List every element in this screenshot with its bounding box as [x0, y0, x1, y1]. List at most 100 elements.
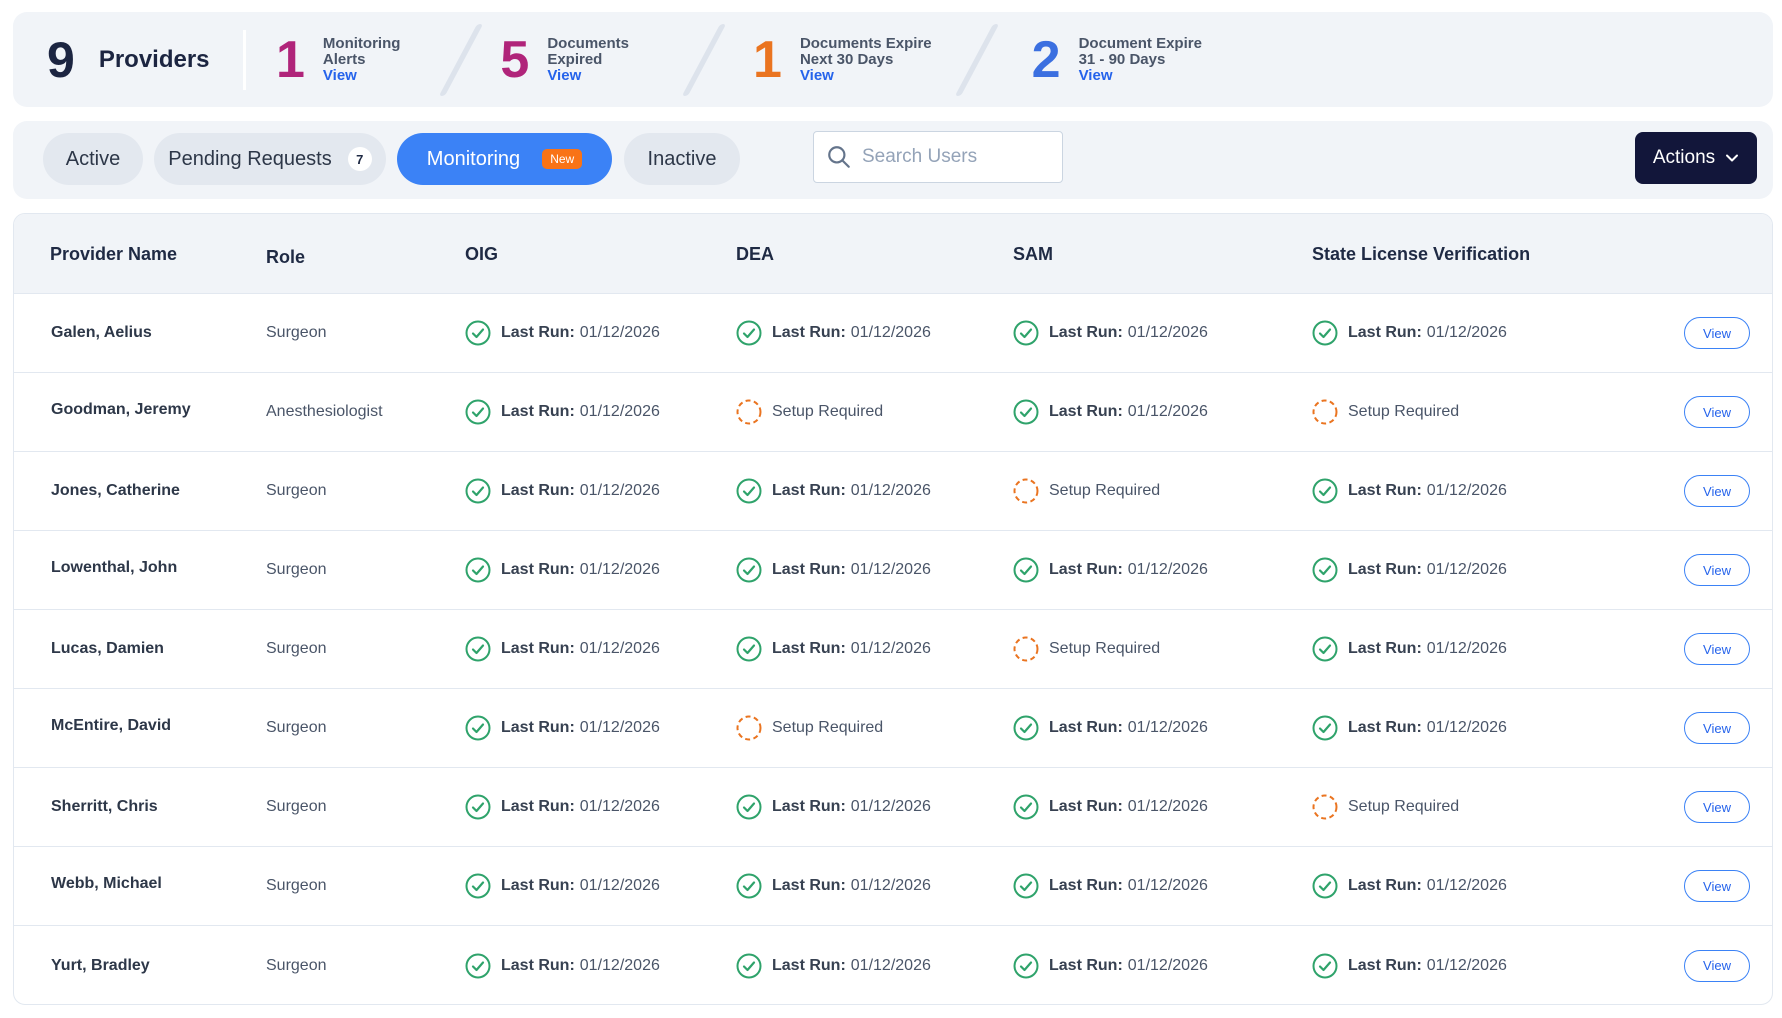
status-oig: Last Run: 01/12/2026	[465, 689, 660, 767]
provider-role: Surgeon	[266, 956, 327, 974]
last-run-label: Last Run:	[772, 798, 846, 815]
status-oig: Last Run: 01/12/2026	[465, 847, 660, 925]
status-slv: Last Run: 01/12/2026	[1312, 610, 1507, 688]
last-run-date: 01/12/2026	[1127, 877, 1208, 894]
tab-pending-requests[interactable]: Pending Requests 7	[154, 133, 386, 185]
provider-name: Lucas, Damien	[51, 640, 164, 657]
stat-label-line1: Documents Expire	[799, 34, 932, 52]
view-documents-expired-link[interactable]: View	[547, 67, 629, 84]
check-circle-icon	[1312, 715, 1338, 741]
tab-active[interactable]: Active	[43, 133, 143, 185]
table-row: Yurt, Bradley Surgeon Last Run: 01/12/2026 L…	[14, 926, 1772, 1004]
check-circle-icon	[1312, 557, 1338, 583]
last-run-label: Last Run:	[501, 798, 575, 815]
stat-label-line1: Documents	[547, 34, 630, 52]
view-button[interactable]: View	[1684, 870, 1750, 902]
last-run-date: 01/12/2026	[1426, 956, 1507, 974]
view-button[interactable]: View	[1684, 396, 1750, 428]
last-run-date: 01/12/2026	[850, 877, 931, 894]
tab-monitoring[interactable]: Monitoring New	[397, 133, 612, 185]
last-run-label: Last Run:	[1348, 561, 1422, 578]
tab-bar: Active Pending Requests 7 Monitoring New…	[13, 121, 1773, 199]
status-sam: Last Run: 01/12/2026	[1013, 768, 1208, 846]
status-dea: Setup Required	[736, 373, 883, 451]
last-run-label: Last Run:	[501, 719, 575, 736]
tab-pending-label: Pending Requests	[168, 147, 332, 170]
stat-documents-expired: 5 Documents Expired View	[490, 12, 629, 107]
stat-label-line1: Monitoring	[322, 34, 401, 52]
stat-label-line2: Alerts	[322, 50, 366, 68]
status-sam: Last Run: 01/12/2026	[1013, 294, 1208, 372]
stat-count: 1	[753, 30, 782, 89]
last-run-date: 01/12/2026	[850, 561, 931, 578]
last-run-date: 01/12/2026	[1426, 640, 1507, 657]
tab-inactive[interactable]: Inactive	[624, 133, 740, 185]
view-monitoring-alerts-link[interactable]: View	[323, 67, 400, 84]
provider-role: Surgeon	[266, 561, 327, 578]
status-dea: Last Run: 01/12/2026	[736, 847, 931, 925]
last-run-date: 01/12/2026	[1127, 719, 1208, 736]
status-dea: Last Run: 01/12/2026	[736, 926, 931, 1004]
view-button[interactable]: View	[1684, 712, 1750, 744]
table-row: Lucas, Damien Surgeon Last Run: 01/12/2026 L…	[14, 610, 1772, 689]
last-run-label: Last Run:	[1049, 798, 1123, 815]
provider-name: Sherritt, Chris	[51, 798, 158, 815]
provider-role: Surgeon	[266, 482, 327, 499]
setup-required-label: Setup Required	[1348, 798, 1460, 815]
search-input[interactable]	[862, 146, 1052, 168]
header-provider-name: Provider Name	[50, 243, 178, 264]
view-button[interactable]: View	[1684, 791, 1750, 823]
new-badge: New	[542, 149, 583, 169]
view-button[interactable]: View	[1684, 475, 1750, 507]
status-oig: Last Run: 01/12/2026	[465, 531, 660, 609]
last-run-label: Last Run:	[501, 324, 575, 341]
last-run-date: 01/12/2026	[579, 403, 660, 420]
last-run-date: 01/12/2026	[1426, 324, 1507, 341]
setup-required-icon	[1013, 636, 1039, 662]
view-button[interactable]: View	[1684, 949, 1750, 982]
last-run-label: Last Run:	[772, 956, 846, 974]
provider-name: Webb, Michael	[51, 875, 162, 892]
last-run-label: Last Run:	[772, 482, 846, 499]
view-button[interactable]: View	[1684, 317, 1750, 349]
last-run-label: Last Run:	[1348, 719, 1422, 736]
last-run-date: 01/12/2026	[579, 561, 660, 578]
status-slv: Last Run: 01/12/2026	[1312, 531, 1507, 609]
check-circle-icon	[1312, 636, 1338, 662]
last-run-label: Last Run:	[501, 403, 575, 420]
stat-count: 5	[500, 30, 530, 89]
actions-button[interactable]: Actions	[1635, 132, 1757, 184]
last-run-date: 01/12/2026	[1127, 324, 1208, 341]
tab-inactive-label: Inactive	[647, 147, 717, 170]
header-role: Role	[266, 246, 306, 267]
status-sam: Last Run: 01/12/2026	[1013, 531, 1208, 609]
status-oig: Last Run: 01/12/2026	[465, 452, 660, 530]
check-circle-icon	[465, 794, 491, 820]
provider-role: Surgeon	[266, 877, 327, 894]
check-circle-icon	[1312, 320, 1338, 346]
status-slv: Last Run: 01/12/2026	[1312, 294, 1507, 372]
view-button[interactable]: View	[1684, 554, 1750, 586]
check-circle-icon	[465, 320, 491, 346]
last-run-date: 01/12/2026	[850, 640, 931, 657]
last-run-label: Last Run:	[1049, 956, 1123, 974]
last-run-date: 01/12/2026	[1426, 877, 1507, 894]
tab-active-label: Active	[65, 147, 121, 170]
status-slv: Last Run: 01/12/2026	[1312, 926, 1507, 1004]
status-oig: Last Run: 01/12/2026	[465, 926, 660, 1004]
provider-role: Anesthesiologist	[266, 403, 383, 420]
search-box[interactable]	[813, 131, 1063, 183]
check-circle-icon	[736, 873, 762, 899]
last-run-label: Last Run:	[1049, 719, 1123, 736]
last-run-date: 01/12/2026	[579, 324, 660, 341]
view-expire-30-days-link[interactable]: View	[800, 67, 932, 84]
setup-required-label: Setup Required	[1348, 403, 1460, 420]
setup-required-icon	[1312, 794, 1338, 820]
stats-separator	[673, 12, 733, 107]
providers-label: Providers	[98, 45, 210, 73]
provider-role: Surgeon	[266, 798, 327, 815]
check-circle-icon	[1013, 557, 1039, 583]
view-button[interactable]: View	[1684, 633, 1750, 665]
provider-name: Yurt, Bradley	[51, 956, 150, 974]
view-expire-31-90-days-link[interactable]: View	[1079, 67, 1202, 84]
